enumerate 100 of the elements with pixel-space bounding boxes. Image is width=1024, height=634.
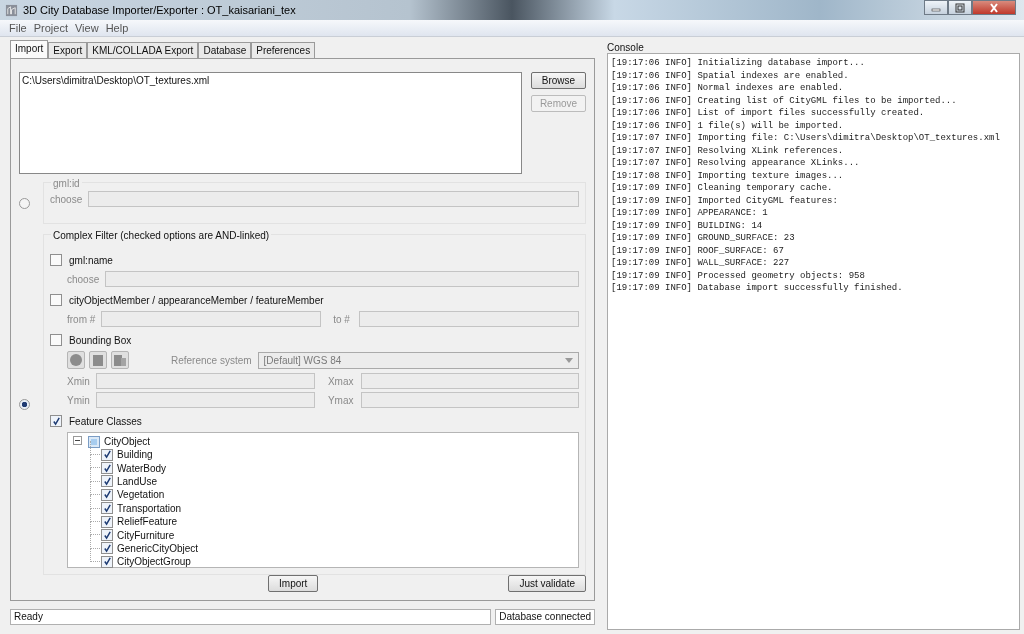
input-field[interactable] [96,373,315,389]
log-line: [19:17:06 INFO] Normal indexes are enabled. [611,82,845,95]
menu-item[interactable]: Help [105,22,129,34]
tree-item[interactable]: CityFurniture [117,529,175,541]
input-field[interactable] [101,311,322,327]
clipboard-icon [91,353,105,367]
group-title: Complex Filter (checked options are AND-linked) [51,230,272,241]
field-label: Xmin [67,375,91,387]
input-field[interactable] [360,373,579,389]
checkbox[interactable] [101,475,113,488]
connection-status: Database connected [495,609,595,625]
field-label: Xmax [327,375,354,387]
tab[interactable]: KML/COLLADA Export [87,42,199,58]
tree-item[interactable]: ReliefFeature [117,516,178,528]
tree-item[interactable]: LandUse [117,475,158,487]
checkbox[interactable] [50,334,62,346]
checkbox-label: cityObjectMember / appearanceMember / featureMember [69,294,324,306]
status-message: Ready [10,609,492,625]
dropdown-arrow-icon [565,357,573,363]
tree-item[interactable]: Building [117,449,153,461]
log-line: [19:17:06 INFO] Spatial indexes are enabled. [611,69,850,82]
log-line: [19:17:09 INFO] Imported CityGML features: [611,194,839,207]
menu-item[interactable]: View [75,22,99,34]
collapse-toggle[interactable] [73,436,82,447]
checkbox[interactable] [101,502,113,515]
input-field[interactable] [96,392,315,408]
group-title: gml:id [51,178,82,189]
radio-button[interactable] [19,197,30,209]
field-label: Ymax [327,394,354,406]
tree-item[interactable]: CityObjectGroup [117,556,191,568]
minimize-button[interactable] [924,0,948,15]
window-title: 3D City Database Importer/Exporter : OT_kaisariani_tex [23,4,296,16]
tab[interactable]: Export [48,42,88,58]
field-label: to # [333,313,351,325]
log-line: [19:17:09 INFO] APPEARANCE: 1 [611,207,769,220]
log-line: [19:17:09 INFO] Cleaning temporary cache. [611,182,834,195]
checkbox[interactable] [101,448,113,461]
maximize-button[interactable] [948,0,972,15]
action-button[interactable]: Import [268,575,319,592]
tree-item[interactable]: CityObject [104,436,151,447]
field-label: from # [67,313,96,325]
file-button[interactable]: Browse [531,72,586,89]
log-line: [19:17:07 INFO] Resolving appearance XLinks... [611,157,861,170]
tab[interactable]: Import [10,40,49,58]
tab[interactable]: Database [198,42,252,58]
log-line: [19:17:09 INFO] Database import successfully finished. [611,282,904,295]
checkbox[interactable] [101,555,113,568]
log-line: [19:17:06 INFO] Creating list of CityGML files to be imported... [611,94,958,107]
menu-item[interactable]: Project [33,22,68,34]
console-title: Console [607,42,645,53]
copy-button[interactable] [89,351,107,369]
field-label: Reference system [171,354,252,366]
log-line: [19:17:07 INFO] Resolving XLink references. [611,144,845,157]
tree-item[interactable]: WaterBody [117,462,167,474]
paste-button[interactable] [111,351,129,369]
checkbox[interactable] [101,529,113,542]
input-field[interactable] [105,271,579,287]
radio-button[interactable] [19,399,30,410]
checkbox[interactable] [101,462,113,475]
checkbox-label: Feature Classes [69,415,142,427]
log-line: [19:17:06 INFO] 1 file(s) will be imported. [611,119,845,132]
file-list-item[interactable]: C:\Users\dimitra\Desktop\OT_textures.xml [22,75,519,86]
tree-item[interactable]: Vegetation [117,489,165,501]
maximize-icon [954,2,966,13]
log-line: [19:17:06 INFO] Initializing database import... [611,57,866,70]
input-field[interactable] [360,392,579,408]
checkbox-label: gml:name [69,254,113,266]
log-line: [19:17:09 INFO] GROUND_SURFACE: 23 [611,232,796,245]
action-button[interactable]: Just validate [508,575,586,592]
tree-item[interactable]: Transportation [117,502,182,514]
checkbox[interactable] [101,542,113,555]
checkbox[interactable] [50,415,62,427]
checkbox[interactable] [101,515,113,528]
menu-item[interactable]: File [9,22,27,34]
log-line: [19:17:09 INFO] Processed geometry objects: 958 [611,269,866,282]
reference-system-dropdown[interactable]: [Default] WGS 84 [257,351,579,369]
paste-icon [113,353,127,367]
field-label: choose [67,273,100,285]
log-line: [19:17:09 INFO] WALL_SURFACE: 227 [611,257,791,270]
close-icon [988,2,1000,13]
log-line: [19:17:06 INFO] List of import files successfully created. [611,107,926,120]
log-line: [19:17:07 INFO] Importing file: C:\Users\dimitra\Desktop\OT_textures.xml [611,132,1001,145]
log-line: [19:17:09 INFO] ROOF_SURFACE: 67 [611,244,785,257]
checkbox[interactable] [50,294,62,306]
partial-checkbox-icon [88,435,100,448]
tab[interactable]: Preferences [251,42,316,58]
tree-item[interactable]: GenericCityObject [117,542,199,554]
close-button[interactable] [972,0,1016,15]
field-label: Ymin [67,394,91,406]
log-line: [19:17:08 INFO] Importing texture images... [611,169,845,182]
checkbox-label: Bounding Box [69,334,132,346]
map-button[interactable] [67,351,85,369]
globe-icon [69,353,83,367]
input-field[interactable] [88,191,579,207]
app-icon [5,3,18,17]
checkbox[interactable] [101,488,113,501]
checkbox[interactable] [50,254,62,266]
input-field[interactable] [359,311,579,327]
field-label: choose [50,193,83,205]
log-line: [19:17:09 INFO] BUILDING: 14 [611,219,764,232]
